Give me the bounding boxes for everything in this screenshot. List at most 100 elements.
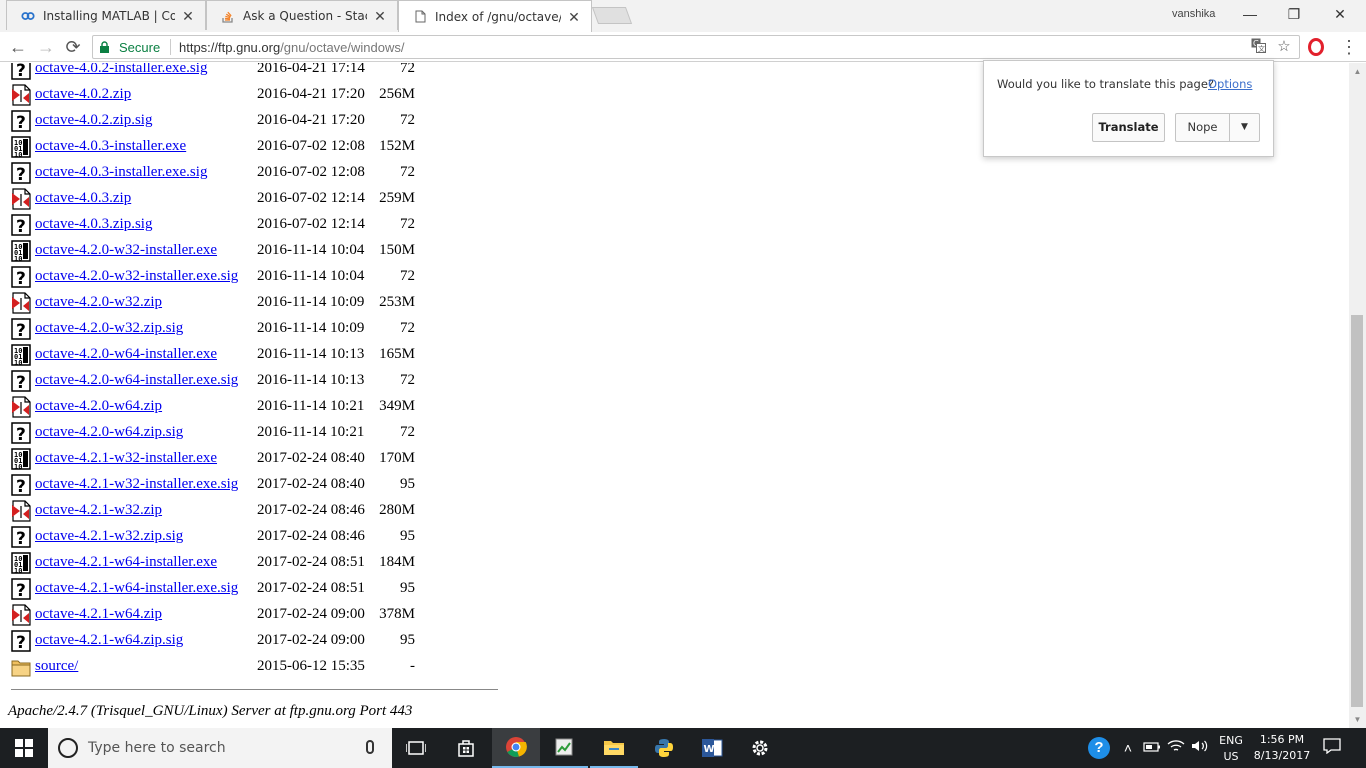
file-date: 2016-07-02 12:08	[257, 138, 365, 154]
binary-file-icon: 10 01 10	[11, 240, 31, 263]
divider	[11, 689, 498, 690]
file-link[interactable]: octave-4.2.1-w32-installer.exe	[35, 450, 217, 467]
file-link[interactable]: octave-4.2.0-w32.zip	[35, 294, 162, 311]
file-link[interactable]: octave-4.0.2.zip.sig	[35, 112, 152, 129]
wifi-icon[interactable]	[1166, 738, 1186, 758]
show-hidden-icons-icon[interactable]: ˄	[1118, 738, 1138, 758]
page-content: ? octave-4.0.2-installer.exe.sig 2016-04-2…	[0, 63, 1349, 728]
file-link[interactable]: octave-4.2.1-w64.zip	[35, 606, 162, 623]
file-size: 95	[400, 476, 415, 492]
microphone-icon[interactable]	[366, 740, 374, 754]
file-link[interactable]: octave-4.0.3.zip.sig	[35, 216, 152, 233]
back-icon[interactable]: ←	[7, 36, 29, 58]
unknown-file-icon: ?	[11, 63, 31, 81]
forward-icon[interactable]: →	[35, 36, 57, 58]
file-date: 2017-02-24 08:46	[257, 528, 365, 544]
volume-icon[interactable]	[1190, 738, 1210, 758]
menu-icon[interactable]: ⋮	[1340, 36, 1358, 58]
file-link[interactable]: octave-4.2.0-w64.zip	[35, 398, 162, 415]
battery-icon[interactable]	[1142, 738, 1162, 758]
file-link[interactable]: octave-4.2.1-w64-installer.exe.sig	[35, 580, 238, 597]
file-link[interactable]: octave-4.2.0-w64-installer.exe	[35, 346, 217, 363]
translate-icon[interactable]: G文	[1249, 38, 1267, 56]
spreadsheet-app-icon[interactable]	[540, 728, 588, 768]
task-view-icon[interactable]	[392, 728, 440, 768]
close-icon[interactable]: ✕	[567, 10, 581, 24]
translate-options-link[interactable]: Options	[1208, 77, 1252, 91]
file-link[interactable]: octave-4.2.1-w32.zip.sig	[35, 528, 183, 545]
file-link[interactable]: octave-4.2.0-w64-installer.exe.sig	[35, 372, 238, 389]
file-link[interactable]: octave-4.0.2-installer.exe.sig	[35, 63, 207, 77]
python-icon[interactable]	[640, 728, 688, 768]
profile-name[interactable]: vanshika	[1172, 8, 1215, 20]
keyboard-layout: US	[1223, 750, 1239, 763]
language-indicator[interactable]: ENG US	[1218, 734, 1244, 763]
svg-text:?: ?	[16, 529, 26, 548]
file-link[interactable]: octave-4.2.1-w32-installer.exe.sig	[35, 476, 238, 493]
file-link[interactable]: octave-4.0.2.zip	[35, 86, 131, 103]
file-link[interactable]: octave-4.0.3-installer.exe.sig	[35, 164, 207, 181]
url-text[interactable]: https://ftp.gnu.org/gnu/octave/windows/	[179, 40, 404, 55]
file-link[interactable]: octave-4.2.1-w32.zip	[35, 502, 162, 519]
file-explorer-icon[interactable]	[590, 728, 638, 768]
translate-button[interactable]: Translate	[1092, 113, 1165, 142]
address-bar[interactable]: Secure https://ftp.gnu.org/gnu/octave/wi…	[92, 35, 1300, 59]
tab-index-octave[interactable]: Index of /gnu/octave/win ✕	[398, 0, 592, 32]
vertical-scrollbar[interactable]: ▲ ▼	[1349, 63, 1366, 728]
nope-button[interactable]: Nope	[1175, 113, 1230, 142]
svg-text:?: ?	[16, 373, 26, 392]
new-tab-button[interactable]	[591, 7, 633, 24]
store-icon[interactable]	[442, 728, 490, 768]
tab-title: Index of /gnu/octave/win	[435, 9, 561, 24]
secure-label[interactable]: Secure	[119, 40, 160, 55]
file-link[interactable]: octave-4.0.3.zip	[35, 190, 131, 207]
file-link[interactable]: octave-4.2.1-w64-installer.exe	[35, 554, 217, 571]
nope-dropdown-icon[interactable]: ▼	[1229, 113, 1260, 142]
compressed-file-icon	[11, 604, 31, 626]
file-link[interactable]: source/	[35, 658, 78, 675]
unknown-file-icon: ?	[11, 162, 31, 185]
file-link[interactable]: octave-4.2.0-w64.zip.sig	[35, 424, 183, 441]
windows-logo-icon	[15, 739, 33, 757]
notifications-icon[interactable]	[1322, 738, 1342, 758]
file-date: 2017-02-24 09:00	[257, 606, 365, 622]
svg-text:W: W	[704, 744, 715, 755]
help-icon[interactable]: ?	[1088, 737, 1110, 759]
reload-icon[interactable]: ⟳	[62, 36, 84, 58]
file-date: 2016-07-02 12:14	[257, 216, 365, 232]
file-date: 2016-11-14 10:21	[257, 398, 365, 414]
clock[interactable]: 1:56 PM 8/13/2017	[1250, 733, 1314, 762]
window-close-icon[interactable]: ✕	[1318, 4, 1362, 24]
tab-stackoverflow[interactable]: Ask a Question - Stack O ✕	[206, 0, 398, 30]
compressed-file-icon	[11, 500, 31, 522]
taskbar-search[interactable]: Type here to search	[48, 728, 392, 768]
svg-text:?: ?	[16, 633, 26, 652]
file-link[interactable]: octave-4.2.0-w32.zip.sig	[35, 320, 183, 337]
opera-extension-icon[interactable]	[1308, 38, 1324, 56]
close-icon[interactable]: ✕	[373, 9, 387, 23]
tab-coursera[interactable]: Installing MATLAB | Cour ✕	[6, 0, 206, 30]
bookmark-star-icon[interactable]: ☆	[1275, 38, 1293, 56]
file-link[interactable]: octave-4.2.1-w64.zip.sig	[35, 632, 183, 649]
scroll-down-icon[interactable]: ▼	[1349, 711, 1366, 728]
start-button[interactable]	[0, 728, 48, 768]
file-link[interactable]: octave-4.2.0-w32-installer.exe.sig	[35, 268, 238, 285]
file-size: -	[410, 658, 415, 674]
settings-gear-icon[interactable]	[736, 728, 784, 768]
file-size: 165M	[379, 346, 415, 362]
file-link[interactable]: octave-4.2.0-w32-installer.exe	[35, 242, 217, 259]
chrome-icon[interactable]	[492, 728, 540, 768]
scroll-up-icon[interactable]: ▲	[1349, 63, 1366, 80]
lock-icon	[100, 41, 109, 53]
scroll-thumb[interactable]	[1351, 315, 1363, 707]
tab-title: Installing MATLAB | Cour	[43, 8, 175, 23]
svg-text:?: ?	[16, 321, 26, 340]
word-icon[interactable]: W	[688, 728, 736, 768]
file-date: 2017-02-24 08:51	[257, 580, 365, 596]
close-icon[interactable]: ✕	[181, 9, 195, 23]
minimize-icon[interactable]: —	[1228, 4, 1272, 24]
coursera-icon	[21, 9, 35, 23]
restore-icon[interactable]: ❐	[1272, 4, 1316, 24]
file-link[interactable]: octave-4.0.3-installer.exe	[35, 138, 186, 155]
svg-text:?: ?	[16, 113, 26, 132]
